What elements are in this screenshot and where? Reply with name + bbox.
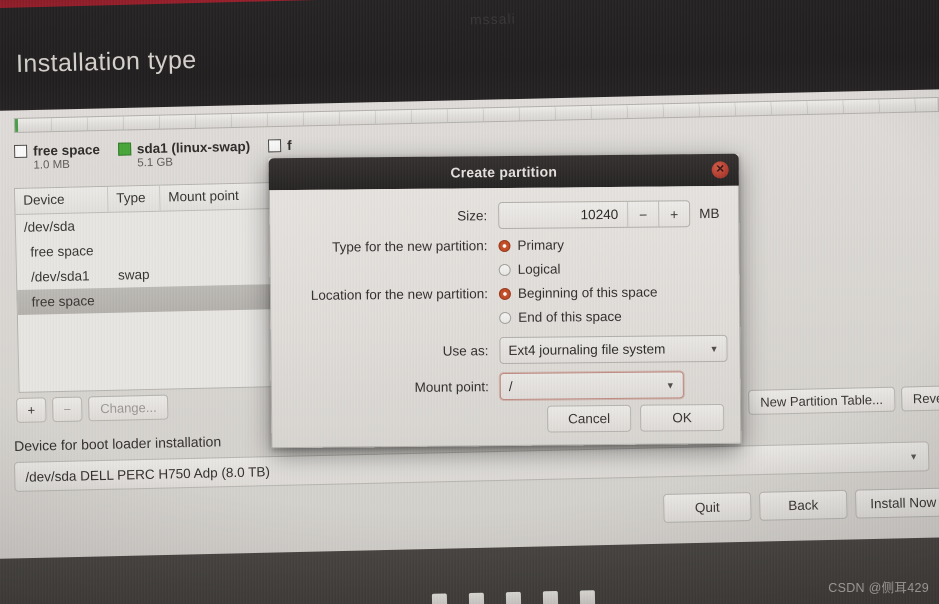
column-header-device: Device <box>15 186 109 214</box>
create-partition-dialog: Create partition ✕ Size: 10240 − + MB Ty… <box>268 153 742 449</box>
radio-primary[interactable]: Primary <box>498 237 564 253</box>
radio-end-of-space[interactable]: End of this space <box>499 309 622 325</box>
mount-point-label: Mount point: <box>414 379 489 395</box>
use-as-value: Ext4 journaling file system <box>508 341 666 358</box>
chevron-down-icon: ▼ <box>709 343 719 354</box>
spacer-label <box>289 318 499 320</box>
partition-type-label: Type for the new partition: <box>332 238 488 255</box>
cell-mount <box>161 222 279 225</box>
dock-icon[interactable] <box>431 593 448 604</box>
cancel-button[interactable]: Cancel <box>547 404 632 433</box>
legend-size: 5.1 GB <box>137 156 174 170</box>
use-as-select[interactable]: Ext4 journaling file system ▼ <box>499 334 728 365</box>
remove-partition-button[interactable]: − <box>51 396 83 423</box>
size-unit-label: MB <box>699 205 720 222</box>
legend-swatch-icon <box>268 139 282 153</box>
ok-button[interactable]: OK <box>640 403 725 432</box>
column-header-mount-point: Mount point <box>159 183 279 211</box>
size-stepper[interactable]: 10240 − + <box>498 200 691 230</box>
use-as-label: Use as: <box>442 343 489 359</box>
radio-primary-label: Primary <box>517 237 565 253</box>
cell-type: swap <box>117 266 150 283</box>
radio-button-icon[interactable] <box>498 287 511 300</box>
partition-toolbar: + − Change... <box>16 394 169 423</box>
partition-location-row: Location for the new partition: Beginnin… <box>289 284 721 303</box>
radio-logical-label: Logical <box>517 261 561 277</box>
legend-swatch-icon <box>117 142 132 156</box>
dock-icon[interactable] <box>505 591 522 604</box>
cell-type <box>109 224 161 225</box>
radio-end-label: End of this space <box>518 308 622 325</box>
partition-type-row: Type for the new partition: Primary <box>288 236 720 255</box>
partition-usage-bar[interactable] <box>13 97 939 133</box>
radio-button-icon[interactable] <box>498 239 511 252</box>
size-increment-button[interactable]: + <box>658 201 690 227</box>
back-button[interactable]: Back <box>758 489 848 521</box>
radio-beginning-of-space[interactable]: Beginning of this space <box>498 284 658 302</box>
chevron-down-icon: ▼ <box>665 379 675 390</box>
cell-type <box>111 299 163 300</box>
change-partition-button[interactable]: Change... <box>87 394 169 422</box>
chevron-down-icon: ▼ <box>909 451 919 462</box>
bootloader-label: Device for boot loader installation <box>14 433 222 454</box>
dialog-body: Size: 10240 − + MB Type for the new part… <box>268 185 742 449</box>
watermark: CSDN @侧耳429 <box>828 581 929 595</box>
partition-legend: free space 1.0 MB sda1 (linux-swap) 5.1 … <box>14 138 292 172</box>
partition-bar-grid <box>14 98 938 132</box>
cell-mount <box>163 296 281 299</box>
size-decrement-button[interactable]: − <box>627 201 659 227</box>
mount-point-row: Mount point: / ▼ <box>290 371 722 402</box>
partition-location-row-2: End of this space <box>289 308 721 327</box>
dialog-title-bar: Create partition ✕ <box>268 153 739 191</box>
cell-mount <box>162 271 280 274</box>
close-icon[interactable]: ✕ <box>711 161 729 179</box>
partition-table-actions: New Partition Table... Revert <box>748 385 939 415</box>
legend-item: sda1 (linux-swap) 5.1 GB <box>117 138 251 170</box>
dock-icon[interactable] <box>579 590 596 604</box>
use-as-row: Use as: Ext4 journaling file system ▼ <box>289 334 728 366</box>
size-input[interactable]: 10240 <box>499 202 627 228</box>
radio-button-icon[interactable] <box>499 311 512 324</box>
legend-swatch-icon <box>14 144 28 158</box>
cell-device: free space <box>30 243 94 260</box>
mount-point-value: / <box>508 378 513 394</box>
quit-button[interactable]: Quit <box>663 492 752 523</box>
dialog-actions: Cancel OK <box>547 403 725 433</box>
partition-bar-swap-segment <box>14 118 19 132</box>
cell-device: /dev/sda1 <box>30 268 90 285</box>
dock-icon[interactable] <box>468 592 485 604</box>
revert-button[interactable]: Revert <box>900 385 939 412</box>
legend-item: free space 1.0 MB <box>14 142 100 172</box>
dialog-title: Create partition <box>450 163 558 181</box>
size-label: Size: <box>457 208 488 224</box>
new-partition-table-button[interactable]: New Partition Table... <box>748 386 896 415</box>
legend-size: 1.0 MB <box>33 158 71 172</box>
cell-mount <box>161 246 279 249</box>
legend-label: f <box>287 137 292 154</box>
radio-logical[interactable]: Logical <box>498 261 561 277</box>
screenshot-root: mssali Installation type free space 1.0 … <box>0 0 939 604</box>
dock-icon[interactable] <box>542 590 559 604</box>
cell-device: /dev/sda <box>23 218 76 235</box>
size-row: Size: 10240 − + MB <box>288 200 720 231</box>
partition-location-label: Location for the new partition: <box>310 286 489 303</box>
install-now-button[interactable]: Install Now <box>854 487 939 519</box>
wizard-navigation: Quit Back Install Now <box>663 487 939 523</box>
legend-label: free space <box>32 142 101 159</box>
bootloader-device-value: /dev/sda DELL PERC H750 Adp (8.0 TB) <box>25 463 271 485</box>
cell-type <box>109 249 161 250</box>
column-header-type: Type <box>107 185 161 212</box>
add-partition-button[interactable]: + <box>16 397 47 423</box>
spacer-label <box>289 270 499 272</box>
cell-device: free space <box>31 293 95 310</box>
mount-point-select[interactable]: / ▼ <box>499 371 684 401</box>
legend-label: sda1 (linux-swap) <box>136 138 251 157</box>
radio-button-icon[interactable] <box>498 263 511 276</box>
radio-beginning-label: Beginning of this space <box>517 284 658 301</box>
partition-type-row-2: Logical <box>289 260 721 279</box>
